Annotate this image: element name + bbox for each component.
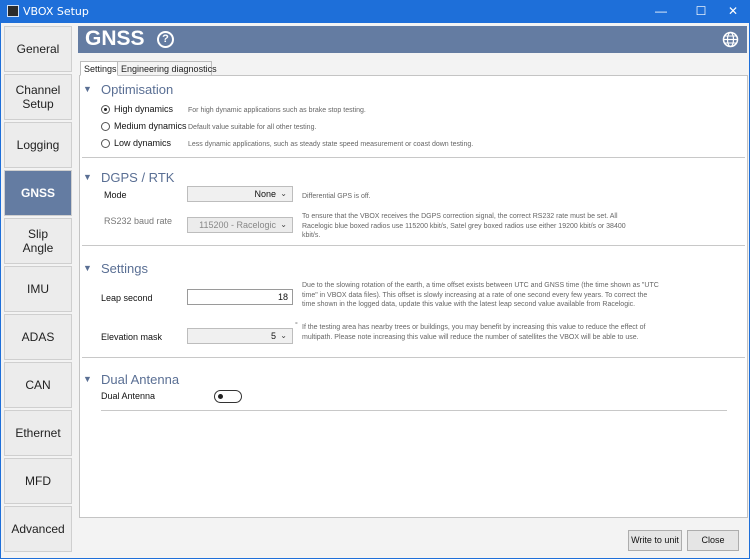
radio-label-medium-dynamics[interactable]: Medium dynamics xyxy=(114,121,187,131)
sidebar-item-imu[interactable]: IMU xyxy=(4,266,72,312)
sidebar-item-channel-setup[interactable]: Channel Setup xyxy=(4,74,72,120)
sidebar-item-can[interactable]: CAN xyxy=(4,362,72,408)
maximize-button[interactable]: ☐ xyxy=(684,1,718,23)
tab-settings[interactable]: Settings xyxy=(80,61,118,76)
sidebar-item-slip-angle[interactable]: Slip Angle xyxy=(4,218,72,264)
dual-antenna-label: Dual Antenna xyxy=(101,391,156,401)
section-title-settings: Settings xyxy=(101,261,148,276)
mode-label: Mode xyxy=(104,190,127,200)
section-title-optimisation: Optimisation xyxy=(101,82,174,97)
globe-icon[interactable] xyxy=(722,31,739,48)
radio-low-dynamics[interactable] xyxy=(101,139,110,148)
sidebar-item-adas[interactable]: ADAS xyxy=(4,314,72,360)
app-icon xyxy=(7,5,19,17)
tab-engineering-diagnostics[interactable]: Engineering diagnostics xyxy=(117,61,217,76)
radio-medium-dynamics[interactable] xyxy=(101,122,110,131)
mode-desc: Differential GPS is off. xyxy=(302,193,371,200)
section-divider xyxy=(82,157,745,158)
elevation-mask-desc: If the testing area has nearby trees or … xyxy=(302,324,646,341)
sidebar-item-logging[interactable]: Logging xyxy=(4,122,72,168)
baud-rate-select: 115200 - Racelogic ⌄ xyxy=(187,217,293,233)
section-divider xyxy=(101,410,727,411)
section-title-dual-antenna: Dual Antenna xyxy=(101,372,180,387)
dual-antenna-toggle[interactable] xyxy=(214,390,242,403)
desc-medium-dynamics: Default value suitable for all other tes… xyxy=(188,124,317,131)
help-icon[interactable]: ? xyxy=(157,31,174,48)
page-header: GNSS ? xyxy=(78,26,747,53)
title-bar: VBOX Setup — ☐ ✕ xyxy=(1,1,749,23)
radio-label-low-dynamics[interactable]: Low dynamics xyxy=(114,138,171,148)
radio-label-high-dynamics[interactable]: High dynamics xyxy=(114,104,173,114)
toggle-knob xyxy=(218,394,223,399)
app-window: VBOX Setup — ☐ ✕ General Channel Setup L… xyxy=(0,0,750,559)
desc-high-dynamics: For high dynamic applications such as br… xyxy=(188,107,366,114)
desc-low-dynamics: Less dynamic applications, such as stead… xyxy=(188,141,474,148)
settings-panel: ▼ Optimisation High dynamics For high dy… xyxy=(79,75,748,518)
window-title: VBOX Setup xyxy=(23,5,89,18)
sidebar-item-gnss[interactable]: GNSS xyxy=(4,170,72,216)
close-window-button[interactable]: ✕ xyxy=(716,1,750,23)
chevron-down-icon: ⌄ xyxy=(280,331,287,340)
chevron-down-icon: ⌄ xyxy=(280,189,287,198)
sidebar-item-advanced[interactable]: Advanced xyxy=(4,506,72,552)
collapse-arrow-icon[interactable]: ▼ xyxy=(83,374,92,384)
leap-second-label: Leap second xyxy=(101,293,153,303)
leap-second-input[interactable]: 18 xyxy=(187,289,293,305)
elevation-mask-select[interactable]: 5 ⌄ xyxy=(187,328,293,344)
write-to-unit-button[interactable]: Write to unit xyxy=(628,530,682,551)
close-button[interactable]: Close xyxy=(687,530,739,551)
section-title-dgps: DGPS / RTK xyxy=(101,170,175,185)
baud-label: RS232 baud rate xyxy=(104,216,173,226)
minimize-button[interactable]: — xyxy=(644,1,678,23)
section-divider xyxy=(82,357,745,358)
baud-desc: To ensure that the VBOX receives the DGP… xyxy=(302,213,626,239)
collapse-arrow-icon[interactable]: ▼ xyxy=(83,263,92,273)
chevron-down-icon: ⌄ xyxy=(280,220,287,229)
collapse-arrow-icon[interactable]: ▼ xyxy=(83,84,92,94)
sidebar-item-mfd[interactable]: MFD xyxy=(4,458,72,504)
sidebar-item-general[interactable]: General xyxy=(4,26,72,72)
mode-select[interactable]: None ⌄ xyxy=(187,186,293,202)
elevation-mask-label: Elevation mask xyxy=(101,332,163,342)
collapse-arrow-icon[interactable]: ▼ xyxy=(83,172,92,182)
section-divider xyxy=(82,245,745,246)
radio-high-dynamics[interactable] xyxy=(101,105,110,114)
leap-second-desc: Due to the slowing rotation of the earth… xyxy=(302,282,659,308)
sidebar-item-ethernet[interactable]: Ethernet xyxy=(4,410,72,456)
page-title: GNSS xyxy=(85,27,145,50)
